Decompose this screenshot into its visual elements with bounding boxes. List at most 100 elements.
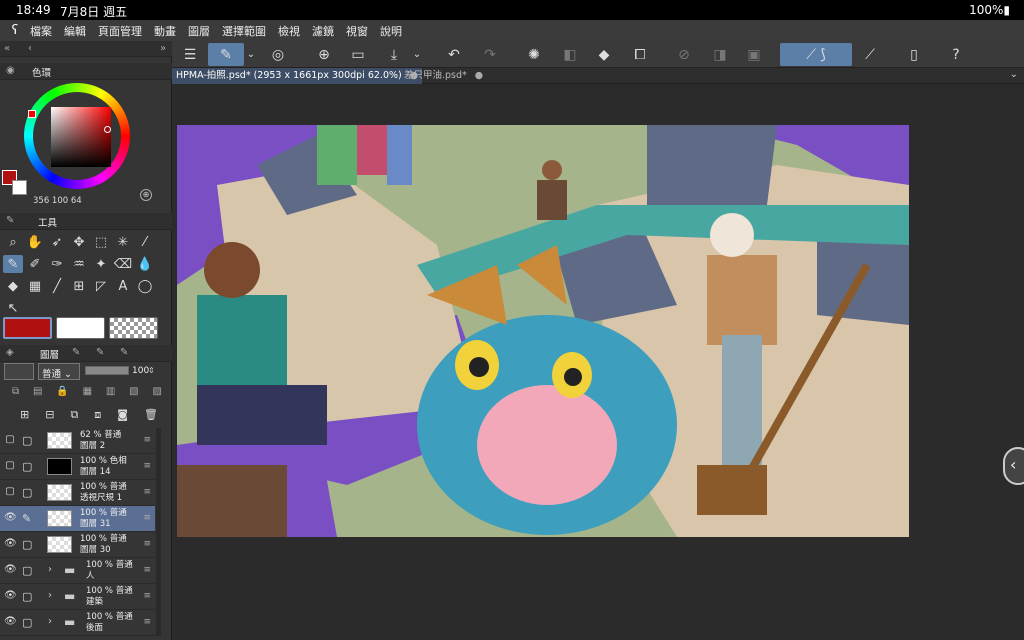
main-color-block[interactable] <box>3 317 52 339</box>
figure-tool-icon[interactable]: ╱ <box>47 277 67 295</box>
side-panel-handle-icon[interactable]: ‹ <box>1003 447 1024 485</box>
eye-icon[interactable]: 👁 <box>4 616 17 627</box>
collapse-left-icon[interactable]: « <box>4 43 10 54</box>
menu-edit[interactable]: 編輯 <box>64 23 86 39</box>
balloon-tool-icon[interactable]: ◯ <box>135 277 155 295</box>
correct-line-tool-icon[interactable]: ↖ <box>3 299 23 317</box>
saturation-value-square[interactable] <box>51 107 111 167</box>
mask-enable-icon[interactable]: ▥ <box>106 386 115 402</box>
eye-icon[interactable]: 👁 <box>4 538 17 549</box>
layer-color-icon[interactable]: ▨ <box>152 386 161 402</box>
smartphone-connect-icon[interactable]: ▯ <box>902 43 926 66</box>
eraser-tool-icon[interactable]: ⌫ <box>113 255 133 273</box>
eye-icon[interactable]: 👁 <box>4 590 17 601</box>
pen-tool-icon[interactable]: ✎ <box>3 255 23 273</box>
blend-tool-icon[interactable]: 💧 <box>135 255 155 273</box>
move-tool-icon[interactable]: ✥ <box>69 233 89 251</box>
tab-hpma[interactable]: HPMA-拍照.psd* (2953 x 1661px 300dpi 62.0%… <box>172 68 423 84</box>
edit-target-icon[interactable]: ▢ <box>22 590 36 603</box>
edit-target-icon[interactable]: ▢ <box>22 460 36 473</box>
edit-target-icon[interactable]: ▢ <box>22 564 36 577</box>
reference-layer-icon[interactable]: ▤ <box>33 386 42 402</box>
app-logo-icon[interactable]: ʕ <box>0 23 30 38</box>
layer-row[interactable]: ▢ ▢ 100 % 普通 透視尺規 1 ≡ <box>0 480 155 506</box>
layer-menu-icon[interactable]: ≡ <box>143 513 151 523</box>
visibility-toggle-icon[interactable]: ▢ <box>4 434 16 445</box>
menu-view[interactable]: 檢視 <box>278 23 300 39</box>
edit-target-icon[interactable]: ▢ <box>22 616 36 629</box>
edit-target-icon[interactable]: ▢ <box>22 434 36 447</box>
layer-scrollbar[interactable] <box>156 428 161 636</box>
clip-lower-layer-icon[interactable]: ⧉ <box>12 386 19 402</box>
selection-color-icon[interactable]: ▣ <box>742 43 766 66</box>
gradient-tool-icon[interactable]: ▦ <box>25 277 45 295</box>
layer-menu-icon[interactable]: ≡ <box>143 565 151 575</box>
new-raster-layer-icon[interactable]: ⊞ <box>20 408 29 424</box>
new-file-icon[interactable]: ⊕ <box>312 43 336 66</box>
undo-icon[interactable]: ↶ <box>442 43 466 66</box>
redo-icon[interactable]: ↷ <box>478 43 502 66</box>
loading-spinner-icon[interactable]: ✺ <box>522 43 546 66</box>
opacity-slider[interactable] <box>85 366 129 375</box>
close-tab-icon[interactable]: ● <box>475 68 483 84</box>
eye-icon[interactable]: 👁 <box>4 564 17 575</box>
deselect-icon[interactable]: ⊘ <box>672 43 696 66</box>
layer-property-icon[interactable]: ✎ <box>72 347 80 358</box>
chevron-right-icon[interactable]: › <box>48 590 52 601</box>
layer-search-icon[interactable]: ✎ <box>96 347 104 358</box>
menu-selection[interactable]: 選擇範圍 <box>222 23 266 39</box>
transform-icon[interactable]: ⧠ <box>628 43 652 66</box>
color-panel-header[interactable]: ◉ 色環 <box>0 63 172 80</box>
hue-picker-cursor[interactable] <box>28 110 36 118</box>
layer-menu-icon[interactable]: ≡ <box>143 617 151 627</box>
layer-option-icon[interactable]: ✎ <box>120 347 128 358</box>
menu-layer[interactable]: 圖層 <box>188 23 210 39</box>
layer-row[interactable]: ▢ ▢ 100 % 色相 圖層 14 ≡ <box>0 454 155 480</box>
menu-animation[interactable]: 動畫 <box>154 23 176 39</box>
color-mode-icon[interactable]: ⊕ <box>140 189 152 201</box>
new-folder-icon[interactable]: ⊟ <box>45 408 54 424</box>
opacity-value[interactable]: 100 <box>132 366 149 376</box>
auto-select-tool-icon[interactable]: ✳ <box>113 233 133 251</box>
layer-menu-icon[interactable]: ≡ <box>143 539 151 549</box>
visibility-toggle-icon[interactable]: ▢ <box>4 460 16 471</box>
brush-tool-icon[interactable]: ✑ <box>47 255 67 273</box>
sub-color-swatch[interactable] <box>12 180 27 195</box>
layer-folder-row[interactable]: 👁 ▢ › ▬ 100 % 普通 後面 ≡ <box>0 610 155 636</box>
visibility-toggle-icon[interactable]: ▢ <box>4 486 16 497</box>
menu-page-management[interactable]: 頁面管理 <box>98 23 142 39</box>
menu-help[interactable]: 說明 <box>380 23 402 39</box>
chevron-right-icon[interactable]: › <box>48 616 52 627</box>
ruler-tool-icon[interactable]: ◸ <box>91 277 111 295</box>
color-picker-cursor[interactable] <box>104 126 111 133</box>
chevron-right-icon[interactable]: › <box>48 564 52 575</box>
text-tool-icon[interactable]: A <box>113 277 133 295</box>
operation-tool-icon[interactable]: ➶ <box>47 233 67 251</box>
invert-selection-icon[interactable]: ◨ <box>708 43 732 66</box>
sub-color-block[interactable] <box>56 317 105 339</box>
layer-menu-icon[interactable]: ≡ <box>143 591 151 601</box>
blend-mode-select[interactable]: 普通 ⌄ <box>38 363 80 380</box>
save-options-chevron-icon[interactable]: ⌄ <box>410 43 424 66</box>
transfer-layer-icon[interactable]: ⧉ <box>70 408 78 424</box>
layer-row[interactable]: ▢ ▢ 62 % 普通 圖層 2 ≡ <box>0 428 155 454</box>
hand-tool-icon[interactable]: ✋ <box>25 233 45 251</box>
hamburger-menu-icon[interactable]: ☰ <box>178 43 202 66</box>
chevron-down-icon[interactable]: ⌄ <box>1010 69 1018 80</box>
menu-window[interactable]: 視窗 <box>346 23 368 39</box>
illustration-canvas[interactable] <box>177 125 909 537</box>
quick-access-icon[interactable]: ✎ <box>208 43 244 66</box>
eye-icon[interactable]: 👁 <box>4 512 17 523</box>
fill-icon[interactable]: ◆ <box>592 43 616 66</box>
layer-menu-icon[interactable]: ≡ <box>143 487 151 497</box>
eyedropper-tool-icon[interactable]: ⁄ <box>135 233 155 251</box>
snap-to-ruler-icon[interactable]: ⟋ ⟆ <box>780 43 852 66</box>
opacity-stepper-icon[interactable]: ⇕ <box>148 366 155 375</box>
chevron-left-icon[interactable]: ‹ <box>28 43 32 54</box>
layer-folder-row[interactable]: 👁 ▢ › ▬ 100 % 普通人 ≡ <box>0 558 155 584</box>
layer-panel-header[interactable]: ◈ 圖層 ✎ ✎ ✎ <box>0 345 172 362</box>
layer-menu-icon[interactable]: ≡ <box>143 435 151 445</box>
frame-tool-icon[interactable]: ⊞ <box>69 277 89 295</box>
layer-row[interactable]: 👁 ▢ 100 % 普通 圖層 30 ≡ <box>0 532 155 558</box>
lock-transparency-icon[interactable]: ▦ <box>83 386 92 402</box>
